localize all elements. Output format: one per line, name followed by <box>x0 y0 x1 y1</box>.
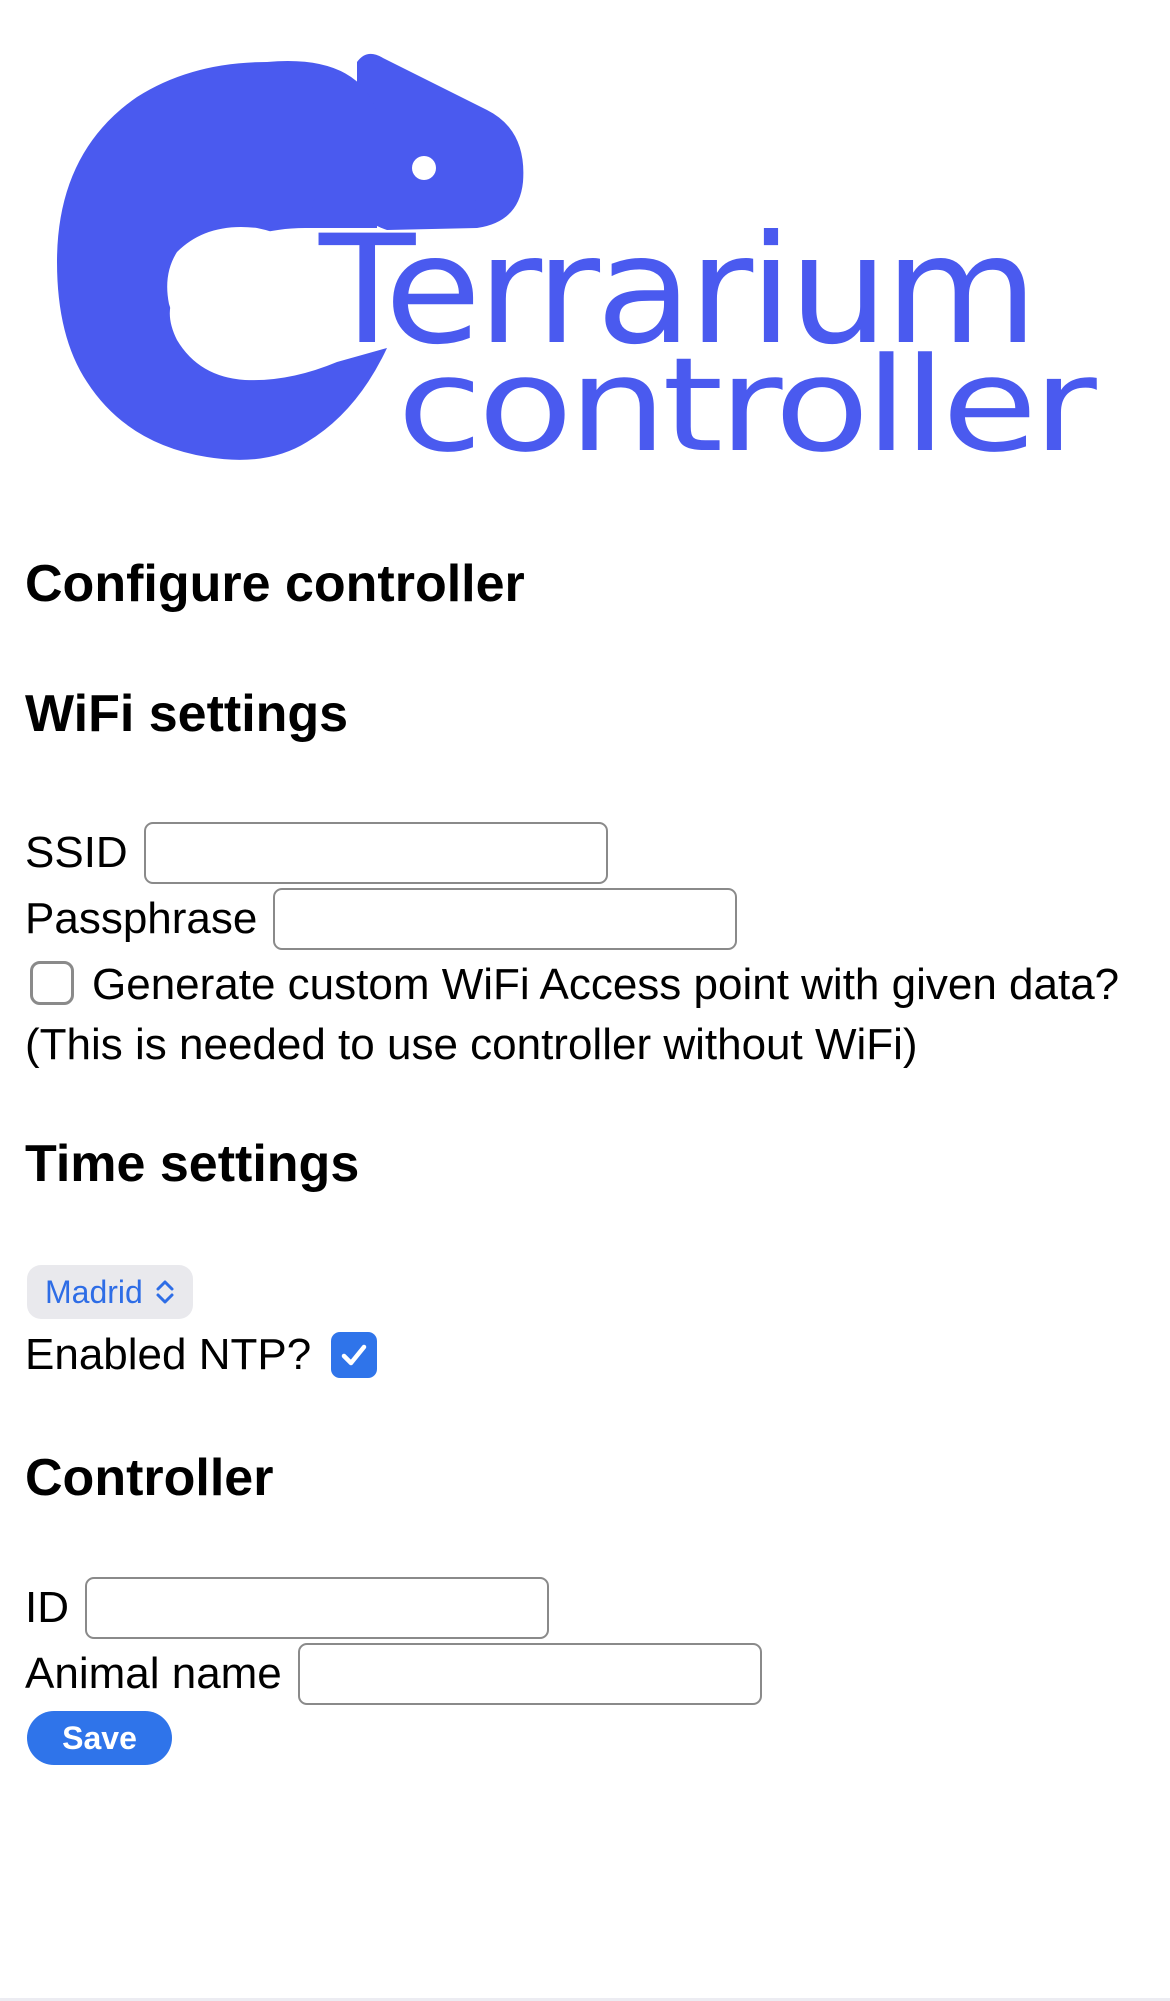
passphrase-input[interactable] <box>273 888 738 950</box>
ntp-label: Enabled NTP? <box>25 1330 312 1379</box>
custom-ap-checkbox[interactable] <box>30 961 74 1005</box>
custom-ap-label: Generate custom WiFi Access point with g… <box>25 960 1120 1069</box>
save-button[interactable]: Save <box>27 1711 172 1765</box>
logo-line2: controller <box>397 329 1097 462</box>
ntp-row: Enabled NTP? <box>25 1330 378 1379</box>
animal-name-row: Animal name <box>25 1643 762 1705</box>
custom-ap-option: Generate custom WiFi Access point with g… <box>25 955 1155 1075</box>
passphrase-label: Passphrase <box>25 894 258 943</box>
wifi-settings-heading: WiFi settings <box>25 685 349 743</box>
passphrase-row: Passphrase <box>25 888 738 950</box>
controller-heading: Controller <box>25 1449 274 1507</box>
ssid-row: SSID <box>25 822 608 884</box>
animal-name-input[interactable] <box>297 1643 762 1705</box>
animal-name-label: Animal name <box>25 1649 282 1698</box>
terrarium-controller-logo: Terrarium controller <box>57 52 1117 462</box>
page-title: Configure controller <box>25 555 525 613</box>
time-settings-heading: Time settings <box>25 1135 360 1193</box>
checkmark-icon <box>341 1344 367 1366</box>
ssid-label: SSID <box>25 828 128 877</box>
id-input[interactable] <box>85 1577 549 1639</box>
timezone-select[interactable]: Madrid <box>27 1265 193 1319</box>
timezone-selected-value: Madrid <box>45 1273 143 1310</box>
id-label: ID <box>25 1583 69 1632</box>
chevron-up-down-icon <box>155 1279 175 1305</box>
ssid-input[interactable] <box>143 822 608 884</box>
id-row: ID <box>25 1577 549 1639</box>
ntp-checkbox[interactable] <box>331 1332 378 1378</box>
